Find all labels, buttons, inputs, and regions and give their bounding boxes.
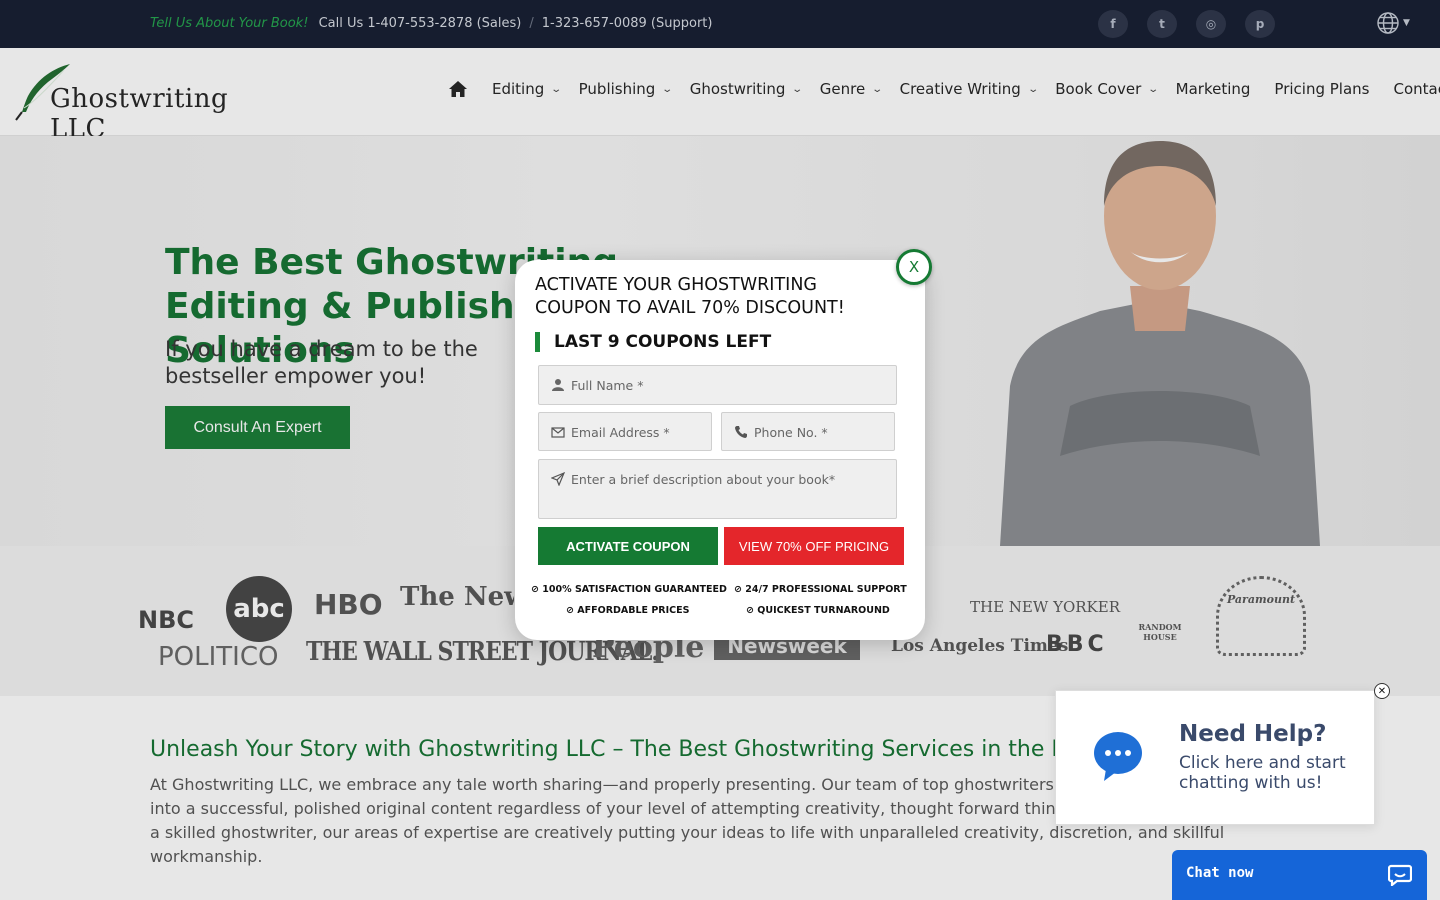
logo-nbc: NBC (138, 606, 194, 634)
feature-turnaround: ⊘ QUICKEST TURNAROUND (746, 605, 890, 616)
activate-coupon-button[interactable]: ACTIVATE COUPON (538, 527, 718, 565)
logo-new-yorker: THE NEW YORKER (970, 598, 1121, 616)
logo-bbc: BBC (1046, 632, 1108, 657)
nav-marketing[interactable]: Marketing (1176, 80, 1251, 98)
feature-affordable: ⊘ AFFORDABLE PRICES (566, 605, 689, 616)
nav-label: Ghostwriting (689, 80, 786, 98)
logo-random-house: RANDOM HOUSE (1138, 622, 1182, 642)
home-icon[interactable] (448, 80, 468, 98)
brand-name: Ghostwriting LLC (50, 84, 229, 144)
view-pricing-button[interactable]: VIEW 70% OFF PRICING (724, 527, 904, 565)
contact-info: Tell Us About Your Book! Call Us 1-407-5… (150, 16, 712, 31)
logo-politico: POLITICO (158, 642, 279, 672)
feature-label: QUICKEST TURNAROUND (757, 605, 890, 616)
user-icon (552, 379, 564, 391)
phone-icon (735, 426, 747, 438)
envelope-icon (551, 427, 565, 438)
language-selector[interactable]: ▼ (1376, 11, 1416, 35)
chat-icon (1388, 864, 1412, 886)
section-heading: Unleash Your Story with Ghostwriting LLC… (150, 737, 1055, 762)
logo-new-york-times: The New York Times (400, 582, 514, 612)
feature-label: 100% SATISFACTION GUARANTEED (542, 584, 727, 595)
chevron-down-icon: ⌄ (1147, 83, 1160, 95)
instagram-icon[interactable]: ◎ (1196, 10, 1226, 38)
nav-genre[interactable]: Genre ⌄ (819, 80, 884, 98)
phone-input[interactable]: Phone No. * (721, 412, 895, 451)
chevron-down-icon: ⌄ (1027, 83, 1039, 95)
phone-separator: / (529, 16, 534, 31)
description-placeholder: Enter a brief description about your boo… (571, 472, 836, 487)
check-circle-icon: ⊘ (734, 584, 746, 595)
nav-label: Editing (492, 80, 545, 98)
check-circle-icon: ⊘ (531, 584, 543, 595)
help-title: Need Help? (1179, 721, 1327, 747)
phone-support-link[interactable]: 1-323-657-0089 (Support) (542, 16, 713, 31)
facebook-icon[interactable]: f (1098, 10, 1128, 38)
nav-editing[interactable]: Editing ⌄ (492, 80, 563, 98)
pinterest-icon[interactable]: p (1245, 10, 1275, 38)
consult-expert-button[interactable]: Consult An Expert (165, 406, 350, 449)
logo-hbo: HBO (314, 588, 383, 621)
feature-satisfaction: ⊘ 100% SATISFACTION GUARANTEED (531, 584, 727, 595)
globe-icon (1377, 12, 1399, 34)
full-name-input[interactable]: Full Name * (538, 365, 897, 405)
help-text: Click here and start chatting with us! (1179, 753, 1346, 793)
need-help-widget[interactable]: ✕ Need Help? Click here and start chatti… (1055, 683, 1390, 825)
phone-placeholder: Phone No. * (754, 425, 828, 440)
full-name-placeholder: Full Name * (571, 378, 644, 393)
nav-label: Creative Writing (899, 80, 1021, 98)
nav-book-cover[interactable]: Book Cover ⌄ (1055, 80, 1160, 98)
nav-ghostwriting[interactable]: Ghostwriting ⌄ (689, 80, 804, 98)
chat-now-label: Chat now (1186, 865, 1254, 881)
top-bar: Tell Us About Your Book! Call Us 1-407-5… (0, 0, 1440, 48)
coupon-modal: X ACTIVATE YOUR GHOSTWRITING COUPON TO A… (515, 249, 932, 640)
feature-support: ⊘ 24/7 PROFESSIONAL SUPPORT (734, 584, 907, 595)
tagline-link[interactable]: Tell Us About Your Book! (150, 16, 308, 31)
check-circle-icon: ⊘ (566, 605, 578, 616)
chevron-down-icon: ⌄ (871, 83, 884, 95)
coupons-left-label: LAST 9 COUPONS LEFT (535, 332, 771, 352)
call-prefix: Call Us (318, 16, 364, 31)
nav-publishing[interactable]: Publishing ⌄ (578, 80, 674, 98)
hero-person-image (1000, 141, 1320, 546)
modal-close-button[interactable]: X (896, 249, 932, 285)
nav-label: Contact Us (1393, 80, 1440, 98)
description-textarea[interactable]: Enter a brief description about your boo… (538, 459, 897, 519)
nav-label: Publishing (578, 80, 656, 98)
caret-down-icon: ▼ (1403, 18, 1410, 28)
feature-label: AFFORDABLE PRICES (577, 605, 690, 616)
chevron-down-icon: ⌄ (661, 83, 674, 95)
modal-title: ACTIVATE YOUR GHOSTWRITING COUPON TO AVA… (535, 275, 845, 318)
nav-menu: Editing ⌄ Publishing ⌄ Ghostwriting ⌄ Genre… (448, 80, 1440, 98)
site-logo[interactable]: Ghostwriting LLC (14, 62, 234, 144)
email-placeholder: Email Address * (571, 425, 670, 440)
feature-label: 24/7 PROFESSIONAL SUPPORT (745, 584, 907, 595)
email-input[interactable]: Email Address * (538, 412, 712, 451)
chat-now-button[interactable]: Chat now (1172, 850, 1427, 900)
paper-plane-icon (551, 472, 565, 486)
hero-subtitle: If you have a dream to be the bestseller… (165, 337, 478, 388)
help-close-button[interactable]: ✕ (1374, 683, 1390, 699)
nav-contact-us[interactable]: Contact Us (1393, 80, 1440, 98)
social-links: f t ◎ p (1098, 10, 1275, 38)
main-navbar: Ghostwriting LLC Editing ⌄ Publishing ⌄ Gh… (0, 48, 1440, 144)
nav-label: Pricing Plans (1274, 80, 1370, 98)
nav-label: Genre (819, 80, 866, 98)
nav-label: Book Cover (1055, 80, 1142, 98)
logo-abc: abc (226, 576, 292, 642)
chevron-down-icon: ⌄ (791, 83, 804, 95)
twitter-icon[interactable]: t (1147, 10, 1177, 38)
phone-sales-link[interactable]: 1-407-553-2878 (Sales) (367, 16, 521, 31)
chevron-down-icon: ⌄ (550, 83, 563, 95)
nav-label: Marketing (1175, 80, 1251, 98)
nav-creative-writing[interactable]: Creative Writing ⌄ (899, 80, 1039, 98)
check-circle-icon: ⊘ (746, 605, 758, 616)
logo-paramount: Paramount (1216, 576, 1306, 656)
nav-pricing-plans[interactable]: Pricing Plans (1274, 80, 1369, 98)
logo-los-angeles-times: Los Angeles Times (891, 636, 1069, 656)
chat-bubble-icon (1094, 732, 1142, 781)
